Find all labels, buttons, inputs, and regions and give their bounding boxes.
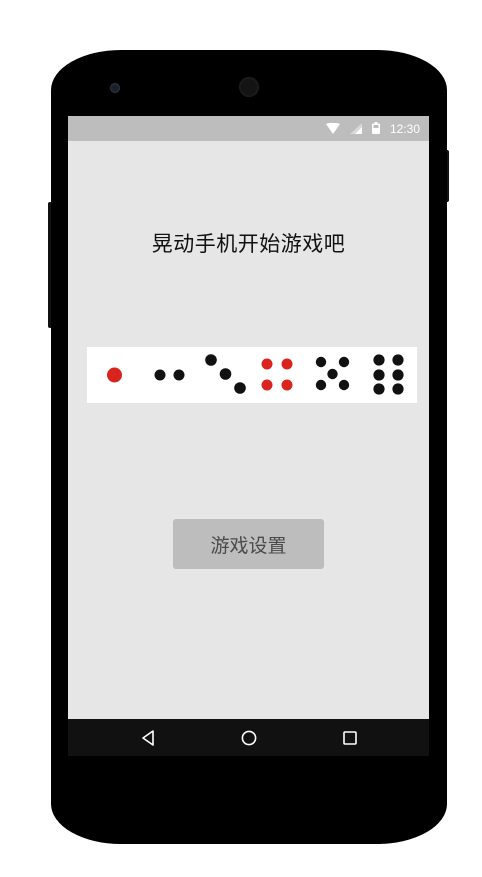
home-icon bbox=[241, 730, 257, 745]
recents-button[interactable] bbox=[330, 719, 370, 756]
status-bar: 12:30 bbox=[68, 116, 429, 141]
nav-bar bbox=[68, 719, 429, 756]
die-pip bbox=[281, 358, 293, 370]
die-pip bbox=[373, 369, 385, 381]
page-title: 晃动手机开始游戏吧 bbox=[151, 232, 346, 256]
home-button[interactable] bbox=[229, 719, 269, 756]
die-6 bbox=[362, 347, 417, 403]
back-icon bbox=[142, 729, 154, 746]
die-pip bbox=[205, 354, 217, 366]
status-time: 12:30 bbox=[389, 121, 420, 136]
dice-row bbox=[87, 347, 417, 403]
die-6-face bbox=[373, 354, 404, 395]
game-settings-button[interactable]: 游戏设置 bbox=[173, 519, 324, 569]
signal-icon bbox=[349, 119, 362, 138]
die-pip bbox=[373, 383, 385, 395]
die-pip bbox=[338, 356, 350, 368]
die-4 bbox=[252, 347, 307, 403]
front-camera-icon bbox=[239, 77, 259, 97]
app-screen: 12:30 晃动手机开始游戏吧 游戏设置 bbox=[68, 116, 429, 756]
sensor-icon bbox=[110, 83, 120, 93]
die-pip bbox=[373, 354, 385, 366]
die-pip bbox=[154, 369, 166, 381]
die-pip bbox=[173, 369, 185, 381]
back-button[interactable] bbox=[128, 719, 168, 756]
die-pip bbox=[392, 369, 404, 381]
die-pip bbox=[261, 358, 273, 370]
die-2 bbox=[142, 347, 197, 403]
die-pip bbox=[315, 356, 327, 368]
die-pip bbox=[281, 379, 293, 391]
die-5 bbox=[307, 347, 362, 403]
die-pip bbox=[315, 379, 327, 391]
die-4-face bbox=[261, 358, 293, 391]
die-pip bbox=[327, 368, 338, 380]
die-pip bbox=[107, 367, 122, 383]
device-frame: 12:30 晃动手机开始游戏吧 游戏设置 bbox=[0, 0, 482, 877]
die-3 bbox=[197, 347, 252, 403]
battery-icon bbox=[371, 119, 380, 138]
die-5-face bbox=[315, 356, 350, 391]
die-pip bbox=[219, 368, 232, 380]
die-1-face bbox=[107, 367, 122, 383]
die-pip bbox=[392, 383, 404, 395]
die-pip bbox=[261, 379, 273, 391]
die-2-face bbox=[154, 369, 185, 381]
die-pip bbox=[338, 379, 350, 391]
die-1 bbox=[87, 347, 142, 403]
status-icons: 12:30 bbox=[325, 116, 420, 141]
recents-icon bbox=[343, 730, 357, 745]
die-3-face bbox=[205, 354, 246, 394]
die-pip bbox=[392, 354, 404, 366]
wifi-icon bbox=[325, 119, 340, 138]
die-pip bbox=[234, 382, 246, 394]
